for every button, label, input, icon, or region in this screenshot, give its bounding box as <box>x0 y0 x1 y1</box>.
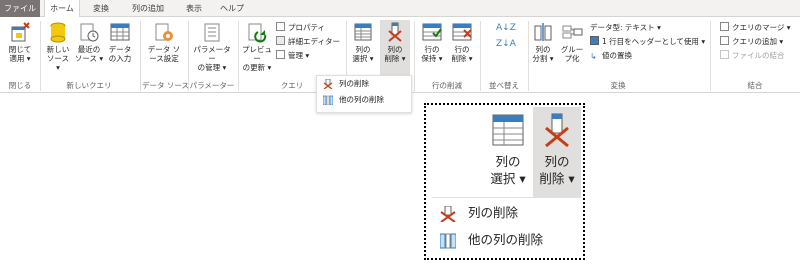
manage-icon <box>276 50 285 59</box>
merge-queries-button[interactable]: クエリのマージ ▾ <box>720 22 791 33</box>
enter-data-button[interactable]: データ の入力 <box>106 21 134 63</box>
tab-view[interactable]: 表示 <box>178 0 210 17</box>
close-apply-button[interactable]: 閉じて 適用 ▾ <box>6 21 34 63</box>
group-label-reduce-rows: 行の削減 <box>432 81 462 90</box>
zoom-menu-item-remove-columns[interactable]: 列の削除 <box>434 200 518 226</box>
remove-columns-dropdown: 列の削除 他の列の削除 <box>316 75 412 113</box>
manage-button[interactable]: 管理 ▾ <box>276 50 309 61</box>
menu-item-remove-other-columns[interactable]: 他の列の削除 <box>317 92 411 108</box>
tab-add-column[interactable]: 列の追加 <box>122 0 174 17</box>
group-label-sort: 並べ替え <box>489 81 519 90</box>
parameters-icon <box>201 21 223 43</box>
remove-columns-button[interactable]: 列の 削除 ▾ <box>380 20 410 78</box>
append-queries-button[interactable]: クエリの追加 ▾ <box>720 36 783 47</box>
zoom-remove-columns-button[interactable]: 列の 削除 ▾ <box>533 107 581 197</box>
remove-columns-icon <box>384 21 406 43</box>
tab-transform[interactable]: 変換 <box>84 0 118 17</box>
remove-column-icon <box>323 78 333 90</box>
group-label-combine: 結合 <box>747 81 763 90</box>
choose-columns-button[interactable]: 列の 選択 ▾ <box>348 21 378 63</box>
database-icon <box>47 21 69 43</box>
zoom-choose-columns-button[interactable]: 列の 選択 ▾ <box>484 113 532 187</box>
separator <box>140 21 141 91</box>
close-apply-icon <box>9 21 31 43</box>
sort-descending-icon[interactable]: Z↓A <box>496 39 516 50</box>
ribbon-tab-bar: ファイル ホーム 変換 列の追加 表示 ヘルプ <box>0 0 800 18</box>
remove-column-icon <box>440 205 456 223</box>
callout-divider <box>432 197 581 198</box>
recent-sources-button[interactable]: 最近の ソース ▾ <box>74 21 104 63</box>
separator <box>710 21 711 91</box>
group-label-transform: 変換 <box>610 81 626 90</box>
choose-columns-icon <box>491 113 525 147</box>
group-label-data-source: データ ソース <box>142 81 190 90</box>
separator <box>40 21 41 91</box>
table-icon <box>109 21 131 43</box>
separator <box>414 21 415 91</box>
group-by-button[interactable]: グルー プ化 <box>558 21 586 63</box>
advanced-editor-button[interactable]: 詳細エディター <box>276 36 340 47</box>
sort-ascending-icon[interactable]: A↓Z <box>496 23 516 34</box>
remove-columns-icon <box>540 113 574 148</box>
tab-home[interactable]: ホーム <box>44 0 80 18</box>
use-first-row-as-headers-button[interactable]: 1 行目をヘッダーとして使用 ▾ <box>590 36 705 47</box>
replace-values-icon: ↳ <box>590 52 597 61</box>
tab-help[interactable]: ヘルプ <box>214 0 250 17</box>
new-source-button[interactable]: 新しい ソース ▾ <box>44 21 72 72</box>
refresh-icon <box>246 21 268 43</box>
separator <box>238 21 239 91</box>
remove-other-columns-icon <box>439 232 457 249</box>
merge-queries-icon <box>720 22 729 31</box>
combine-files-icon <box>720 50 729 59</box>
keep-rows-icon <box>421 21 443 43</box>
group-by-icon <box>561 21 583 43</box>
data-source-settings-button[interactable]: データ ソ ース設定 <box>144 21 184 63</box>
choose-columns-icon <box>352 21 374 43</box>
manage-parameters-button[interactable]: パラメーター の管理 ▾ <box>190 21 234 72</box>
data-source-settings-icon <box>153 21 175 43</box>
remove-rows-button[interactable]: 行の 削除 ▾ <box>448 21 476 63</box>
data-type-dropdown[interactable]: データ型: テキスト ▾ <box>590 22 661 33</box>
zoomed-callout: 列の 選択 ▾ 列の 削除 ▾ 列の削除 他の列の削除 <box>424 103 585 260</box>
refresh-preview-button[interactable]: プレビュー の更新 ▾ <box>240 21 274 72</box>
recent-sources-icon <box>78 21 100 43</box>
header-row-icon <box>590 36 599 45</box>
group-label-parameters: パラメーター <box>189 81 235 90</box>
combine-files-button[interactable]: ファイルの結合 <box>720 50 785 61</box>
remove-rows-icon <box>451 21 473 43</box>
properties-icon <box>276 22 285 31</box>
split-column-icon <box>532 21 554 43</box>
properties-button[interactable]: プロパティ <box>276 22 325 33</box>
keep-rows-button[interactable]: 行の 保持 ▾ <box>418 21 446 63</box>
separator <box>528 21 529 91</box>
menu-item-remove-columns[interactable]: 列の削除 <box>317 76 411 92</box>
append-queries-icon <box>720 36 729 45</box>
split-column-button[interactable]: 列の 分割 ▾ <box>530 21 556 63</box>
zoom-menu-item-remove-other-columns[interactable]: 他の列の削除 <box>434 227 543 253</box>
advanced-editor-icon <box>276 36 285 45</box>
remove-other-columns-icon <box>322 95 334 106</box>
tab-file[interactable]: ファイル <box>0 0 40 17</box>
replace-values-button[interactable]: ↳ 値の置換 <box>590 50 632 61</box>
group-label-close: 閉じる <box>8 81 32 90</box>
separator <box>480 21 481 91</box>
group-label-new-query: 新しいクエリ <box>66 81 112 90</box>
